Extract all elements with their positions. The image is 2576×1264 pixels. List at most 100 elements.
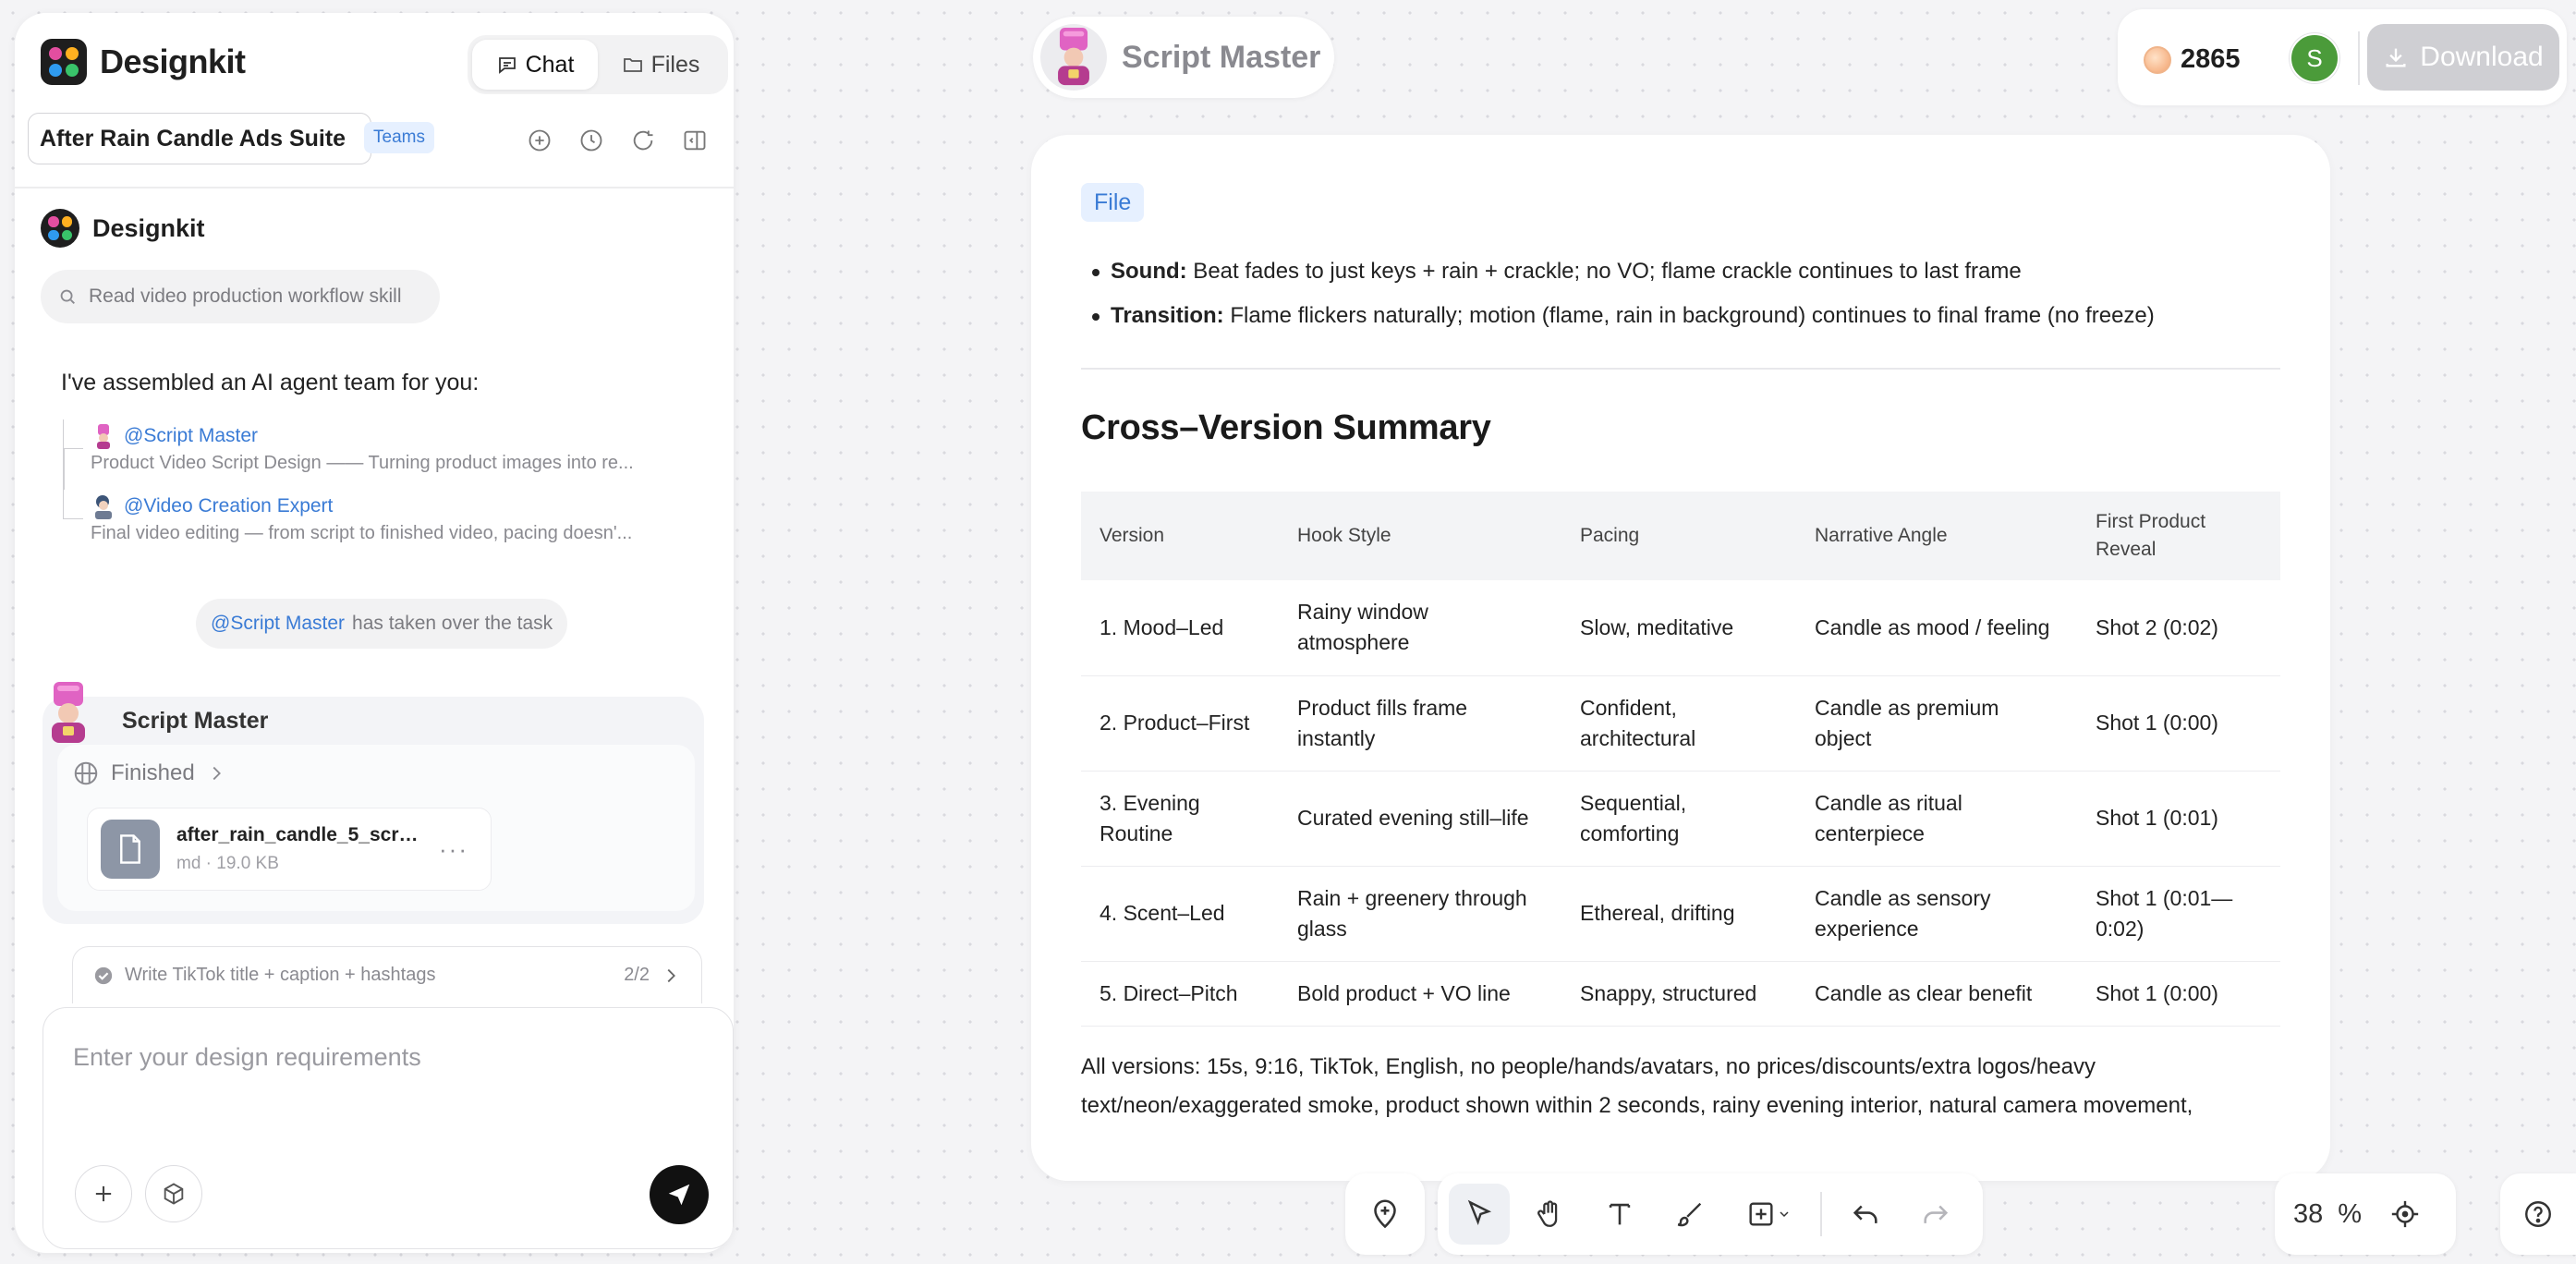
file-name: after_rain_candle_5_scri...: [176, 824, 419, 845]
folder-icon: [623, 58, 642, 72]
task-status-label: Finished: [111, 760, 195, 785]
assets-button[interactable]: [145, 1165, 202, 1222]
table-cell: 3. Evening Routine: [1081, 771, 1279, 867]
todo-count: 2/2: [624, 965, 650, 985]
task-agent-name: Script Master: [122, 708, 269, 734]
list-item: Sound: Beat fades to just keys + rain + …: [1092, 249, 2303, 294]
toolbar-divider: [1820, 1192, 1822, 1236]
history-button[interactable]: [573, 122, 610, 159]
search-icon: [60, 289, 75, 304]
video-expert-avatar-icon: [95, 495, 112, 519]
more-options-button[interactable]: ···: [439, 835, 468, 864]
file-info: after_rain_candle_5_scri... md · 19.0 KB: [176, 824, 419, 874]
canvas-agent-header[interactable]: Script Master: [1033, 17, 1334, 98]
design-requirements-input[interactable]: Enter your design requirements: [73, 1043, 421, 1072]
takeover-mention[interactable]: @Script Master: [211, 613, 345, 635]
select-tool-button[interactable]: [1449, 1184, 1510, 1245]
download-button[interactable]: Download: [2367, 24, 2559, 91]
redo-button[interactable]: [1905, 1184, 1966, 1245]
help-button[interactable]: [2500, 1173, 2576, 1255]
table-row: 5. Direct–Pitch Bold product + VO line S…: [1081, 961, 2280, 1027]
intro-message: I've assembled an AI agent team for you:: [61, 370, 480, 395]
add-marker-button[interactable]: [1345, 1173, 1425, 1255]
agent-mention-link[interactable]: @Video Creation Expert: [124, 495, 333, 517]
designkit-avatar-icon: [41, 209, 79, 248]
new-chat-button[interactable]: [521, 122, 558, 159]
canvas-agent-name: Script Master: [1122, 39, 1321, 75]
table-cell: Sequential, comforting: [1561, 771, 1796, 867]
table-cell: 4. Scent–Led: [1081, 866, 1279, 962]
column-header: Version: [1081, 492, 1279, 580]
refresh-icon: [633, 130, 653, 151]
chat-icon: [498, 57, 516, 74]
brand-name: Designkit: [100, 43, 246, 80]
project-title-field[interactable]: After Rain Candle Ads Suite: [28, 113, 371, 164]
undo-button[interactable]: [1835, 1184, 1896, 1245]
panel-header-actions: [521, 122, 713, 159]
insert-menu-button[interactable]: [1730, 1184, 1807, 1245]
table-cell: Shot 1 (0:01): [2077, 771, 2280, 867]
tree-connector: [63, 419, 83, 449]
agent-mention-link[interactable]: @Script Master: [124, 425, 258, 447]
designkit-logo-icon: [41, 39, 87, 85]
document-file-icon: [101, 820, 160, 879]
zoom-value[interactable]: 38: [2293, 1199, 2323, 1230]
canvas-toolbar: [1438, 1173, 1983, 1255]
brush-icon: [1677, 1202, 1702, 1227]
check-circle-icon: [94, 966, 113, 984]
table-row: 1. Mood–Led Rainy window atmosphere Slow…: [1081, 580, 2280, 676]
table-cell: Curated evening still–life: [1279, 771, 1561, 867]
add-attachment-button[interactable]: [75, 1165, 132, 1222]
script-master-avatar-icon: [97, 424, 110, 449]
credits-balance[interactable]: 2865: [2144, 44, 2241, 75]
panel-header-divider: [15, 187, 734, 188]
column-header: Hook Style: [1279, 492, 1561, 580]
table-cell: Shot 1 (0:00): [2077, 675, 2280, 772]
undo-icon: [1853, 1205, 1877, 1223]
message-composer[interactable]: Enter your design requirements: [43, 1007, 734, 1249]
table-cell: Candle as ritual centerpiece: [1796, 771, 2077, 867]
tab-chat[interactable]: Chat: [472, 40, 598, 90]
tab-chat-label: Chat: [525, 51, 575, 78]
table-cell: Bold product + VO line: [1279, 961, 1561, 1027]
help-icon: [2525, 1201, 2551, 1227]
select-cursor-icon: [1467, 1199, 1492, 1225]
agent-description: Product Video Script Design —— Turning p…: [91, 453, 634, 473]
bullet-text: Flame flickers naturally; motion (flame,…: [1223, 303, 2155, 328]
hand-tool-button[interactable]: [1519, 1184, 1580, 1245]
section-heading: Cross–Version Summary: [1081, 408, 1491, 447]
table-cell: Ethereal, drifting: [1561, 866, 1796, 962]
tree-connector: [63, 449, 65, 490]
text-tool-icon: [1609, 1203, 1631, 1225]
brush-tool-button[interactable]: [1659, 1184, 1720, 1245]
brand[interactable]: Designkit: [41, 39, 246, 85]
takeover-notice: @Script Master has taken over the task: [196, 599, 568, 649]
task-status-toggle[interactable]: Finished: [72, 760, 226, 787]
file-attachment[interactable]: after_rain_candle_5_scri... md · 19.0 KB…: [87, 808, 492, 891]
insert-box-icon: [1749, 1202, 1773, 1226]
user-avatar[interactable]: S: [2290, 33, 2339, 83]
script-master-avatar: [1040, 24, 1107, 91]
zoom-unit: %: [2338, 1198, 2363, 1229]
table-cell: Shot 1 (0:00): [2077, 961, 2280, 1027]
redo-icon: [1923, 1205, 1948, 1223]
send-button[interactable]: [650, 1165, 709, 1224]
add-icon: [529, 129, 551, 152]
table-cell: Product fills frame instantly: [1279, 675, 1561, 772]
fit-screen-icon[interactable]: [2389, 1198, 2421, 1230]
chevron-right-icon: [213, 766, 221, 781]
file-tag: File: [1081, 183, 1145, 222]
plus-icon: [95, 1185, 112, 1202]
skill-read-status[interactable]: Read video production workflow skill: [41, 270, 440, 323]
table-cell: 1. Mood–Led: [1081, 580, 1279, 676]
chevron-down-icon: [1780, 1211, 1789, 1218]
refresh-button[interactable]: [625, 122, 662, 159]
collapse-panel-button[interactable]: [676, 122, 713, 159]
section-divider: [1081, 368, 2280, 370]
todo-progress[interactable]: Write TikTok title + caption + hashtags …: [72, 946, 702, 1003]
text-tool-button[interactable]: [1589, 1184, 1650, 1245]
globe-status-icon: [74, 761, 98, 785]
bullet-text: Beat fades to just keys + rain + crackle…: [1186, 259, 2022, 284]
script-master-avatar-icon: [52, 682, 85, 743]
tab-files[interactable]: Files: [598, 40, 723, 90]
